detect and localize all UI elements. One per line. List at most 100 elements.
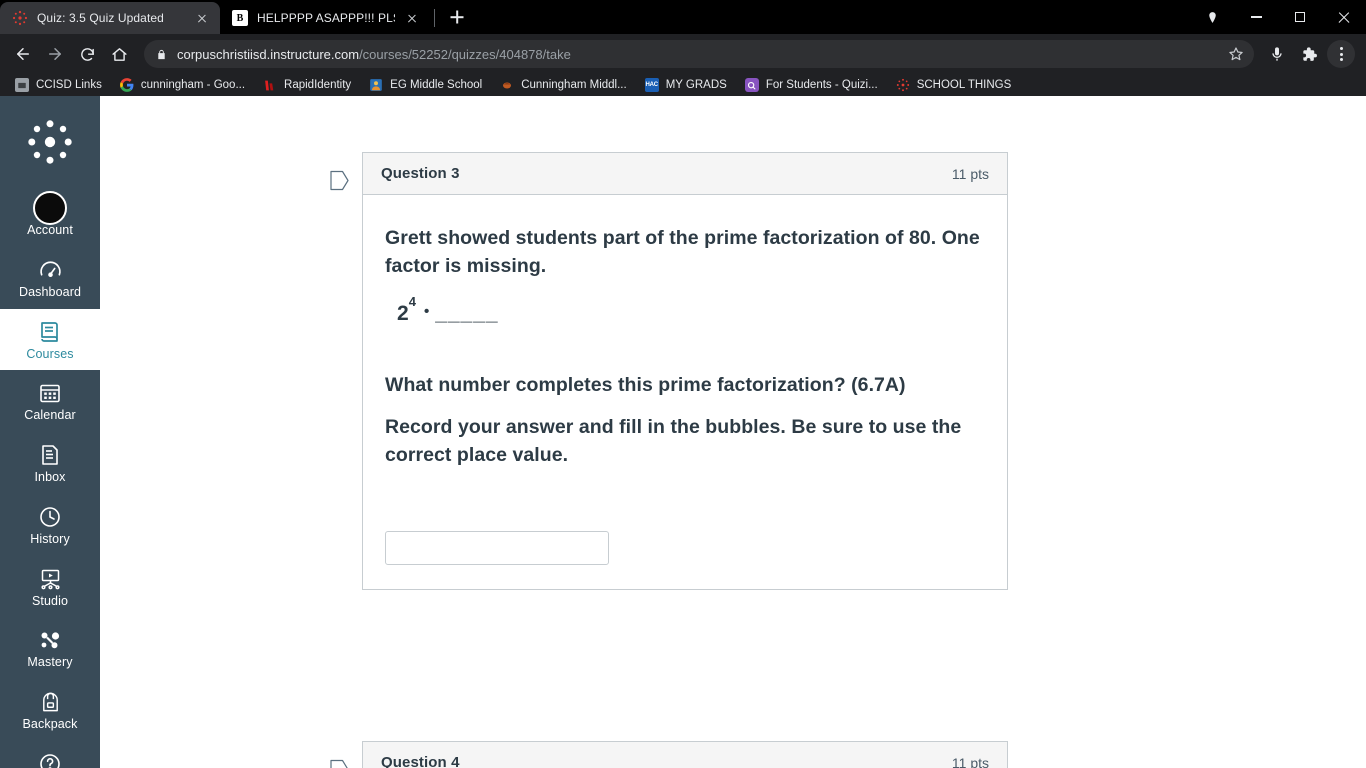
flag-question-icon[interactable] [330, 759, 349, 768]
sidebar-item-account[interactable]: Account [0, 185, 100, 247]
bookmark-label: CCISD Links [36, 79, 102, 91]
sidebar-item-label: Studio [31, 593, 69, 608]
dashboard-icon [38, 257, 63, 283]
bookmark-label: SCHOOL THINGS [916, 79, 1012, 91]
factorization-expression: 24 • _____ [397, 294, 499, 326]
clock-icon [38, 504, 62, 530]
maximize-button[interactable] [1278, 0, 1322, 34]
forward-icon[interactable] [40, 39, 70, 69]
lock-icon [156, 48, 167, 61]
bookmark-cunningham-middle[interactable]: Cunningham Middl... [491, 75, 635, 95]
sidebar-item-help[interactable] [0, 741, 100, 768]
bookmark-my-grads[interactable]: HAC MY GRADS [636, 75, 736, 95]
courses-icon [38, 319, 62, 345]
sidebar-item-label: Inbox [34, 470, 66, 484]
bookmark-label: cunningham - Goo... [140, 79, 246, 91]
browser-tab-brainly[interactable]: B HELPPPP ASAPPP!!! PLSSSSS [220, 2, 430, 34]
close-icon[interactable] [194, 10, 210, 26]
bookmark-rapididentity[interactable]: RapidIdentity [254, 75, 360, 95]
hac-icon: HAC [644, 78, 659, 92]
url-path: /courses/52252/quizzes/404878/take [359, 46, 571, 62]
sidebar-item-label: Mastery [27, 655, 73, 670]
tab-strip: Quiz: 3.5 Quiz Updated B HELPPPP ASAPPP!… [0, 0, 1366, 34]
avatar-icon [33, 191, 67, 225]
toolbar-actions [1262, 39, 1358, 69]
bookmark-eg-middle-school[interactable]: EG Middle School [360, 75, 491, 95]
question-header: Question 3 11 pts [363, 153, 1007, 195]
canvas-icon [12, 10, 28, 26]
sidebar-item-label: Dashboard [18, 284, 82, 299]
question-prompt: Grett showed students part of the prime … [385, 227, 980, 277]
brainly-icon: B [232, 10, 248, 26]
quiz-content: Question 3 11 pts Grett showed students … [100, 96, 1366, 768]
question-name: Question 3 [381, 165, 460, 182]
url-host: corpuschristiisd.instructure.com [177, 46, 360, 62]
sidebar-item-history[interactable]: History [0, 494, 100, 556]
bookmark-for-students-quizizz[interactable]: For Students - Quizi... [736, 75, 887, 95]
new-tab-button[interactable] [443, 3, 471, 31]
back-icon[interactable] [8, 39, 38, 69]
window-controls [1190, 0, 1366, 34]
folder-icon [15, 78, 29, 92]
inbox-icon [38, 442, 62, 468]
sidebar-item-label: History [30, 531, 70, 546]
bookmark-label: EG Middle School [390, 79, 483, 91]
sidebar-item-studio[interactable]: Studio [0, 556, 100, 618]
browser-tab-quiz[interactable]: Quiz: 3.5 Quiz Updated [0, 2, 220, 34]
sidebar-item-backpack[interactable]: Backpack [0, 679, 100, 741]
sidebar-item-label: Account [27, 223, 73, 237]
close-window-button[interactable] [1322, 0, 1366, 34]
browser-toolbar: corpuschristiisd.instructure.com/courses… [0, 34, 1366, 74]
eg-middle-school-icon [369, 78, 383, 92]
address-bar[interactable]: corpuschristiisd.instructure.com/courses… [144, 40, 1254, 68]
question-sub-prompt: What number completes this prime factori… [385, 374, 906, 397]
mastery-icon [38, 627, 62, 653]
bookmark-label: For Students - Quizi... [765, 79, 878, 91]
tab-title: Quiz: 3.5 Quiz Updated [37, 11, 164, 25]
question-points: 11 pts [951, 165, 989, 182]
answer-input[interactable] [385, 531, 609, 566]
question-instruction: Record your answer and fill in the bubbl… [385, 416, 962, 466]
sidebar-item-label: Backpack [22, 717, 78, 731]
close-icon[interactable] [404, 10, 420, 26]
minimize-button[interactable] [1234, 0, 1278, 34]
bookmark-ccisd-links[interactable]: CCISD Links [6, 75, 111, 95]
bookmarks-bar: CCISD Links cunningham - Goo... RapidIde… [0, 74, 1366, 96]
cunningham-icon [500, 78, 514, 92]
canvas-global-nav: Account Dashboard Courses Calendar Inbox… [0, 96, 100, 768]
question-points: 11 pts [951, 754, 989, 768]
extensions-icon[interactable] [1294, 39, 1324, 69]
bookmark-cunningham-google[interactable]: cunningham - Goo... [111, 75, 254, 95]
flag-question-icon[interactable] [330, 170, 349, 191]
calendar-icon [38, 380, 62, 406]
bookmark-label: Cunningham Middl... [521, 79, 627, 91]
sidebar-item-calendar[interactable]: Calendar [0, 370, 100, 432]
rapididentity-icon [263, 78, 277, 92]
reload-icon[interactable] [72, 39, 102, 69]
microphone-icon[interactable] [1262, 39, 1292, 69]
sidebar-item-inbox[interactable]: Inbox [0, 432, 100, 494]
canvas-icon [896, 78, 910, 92]
bookmark-label: MY GRADS [665, 79, 727, 91]
home-icon[interactable] [104, 39, 134, 69]
question-box: Question 4 11 pts [362, 741, 1008, 768]
sidebar-item-mastery[interactable]: Mastery [0, 617, 100, 679]
sidebar-item-dashboard[interactable]: Dashboard [0, 247, 100, 309]
sidebar-item-label: Calendar [24, 408, 76, 423]
page-viewport: Account Dashboard Courses Calendar Inbox… [0, 96, 1366, 768]
backpack-icon [39, 689, 62, 715]
expression-operator: • [423, 303, 430, 321]
chrome-menu-icon[interactable] [1326, 39, 1356, 69]
browser-chrome: Quiz: 3.5 Quiz Updated B HELPPPP ASAPPP!… [0, 0, 1366, 96]
canvas-logo-icon[interactable] [26, 118, 74, 171]
tab-divider [434, 9, 435, 27]
bookmark-school-things[interactable]: SCHOOL THINGS [887, 75, 1021, 95]
bookmark-star-icon[interactable] [1228, 46, 1244, 62]
url-text: corpuschristiisd.instructure.com/courses… [177, 47, 571, 62]
question-name: Question 4 [381, 754, 460, 768]
profile-icon[interactable] [1190, 0, 1234, 34]
expression-base: 2 [397, 302, 409, 326]
google-icon [119, 78, 134, 92]
help-icon [38, 751, 62, 768]
sidebar-item-courses[interactable]: Courses [0, 308, 100, 371]
